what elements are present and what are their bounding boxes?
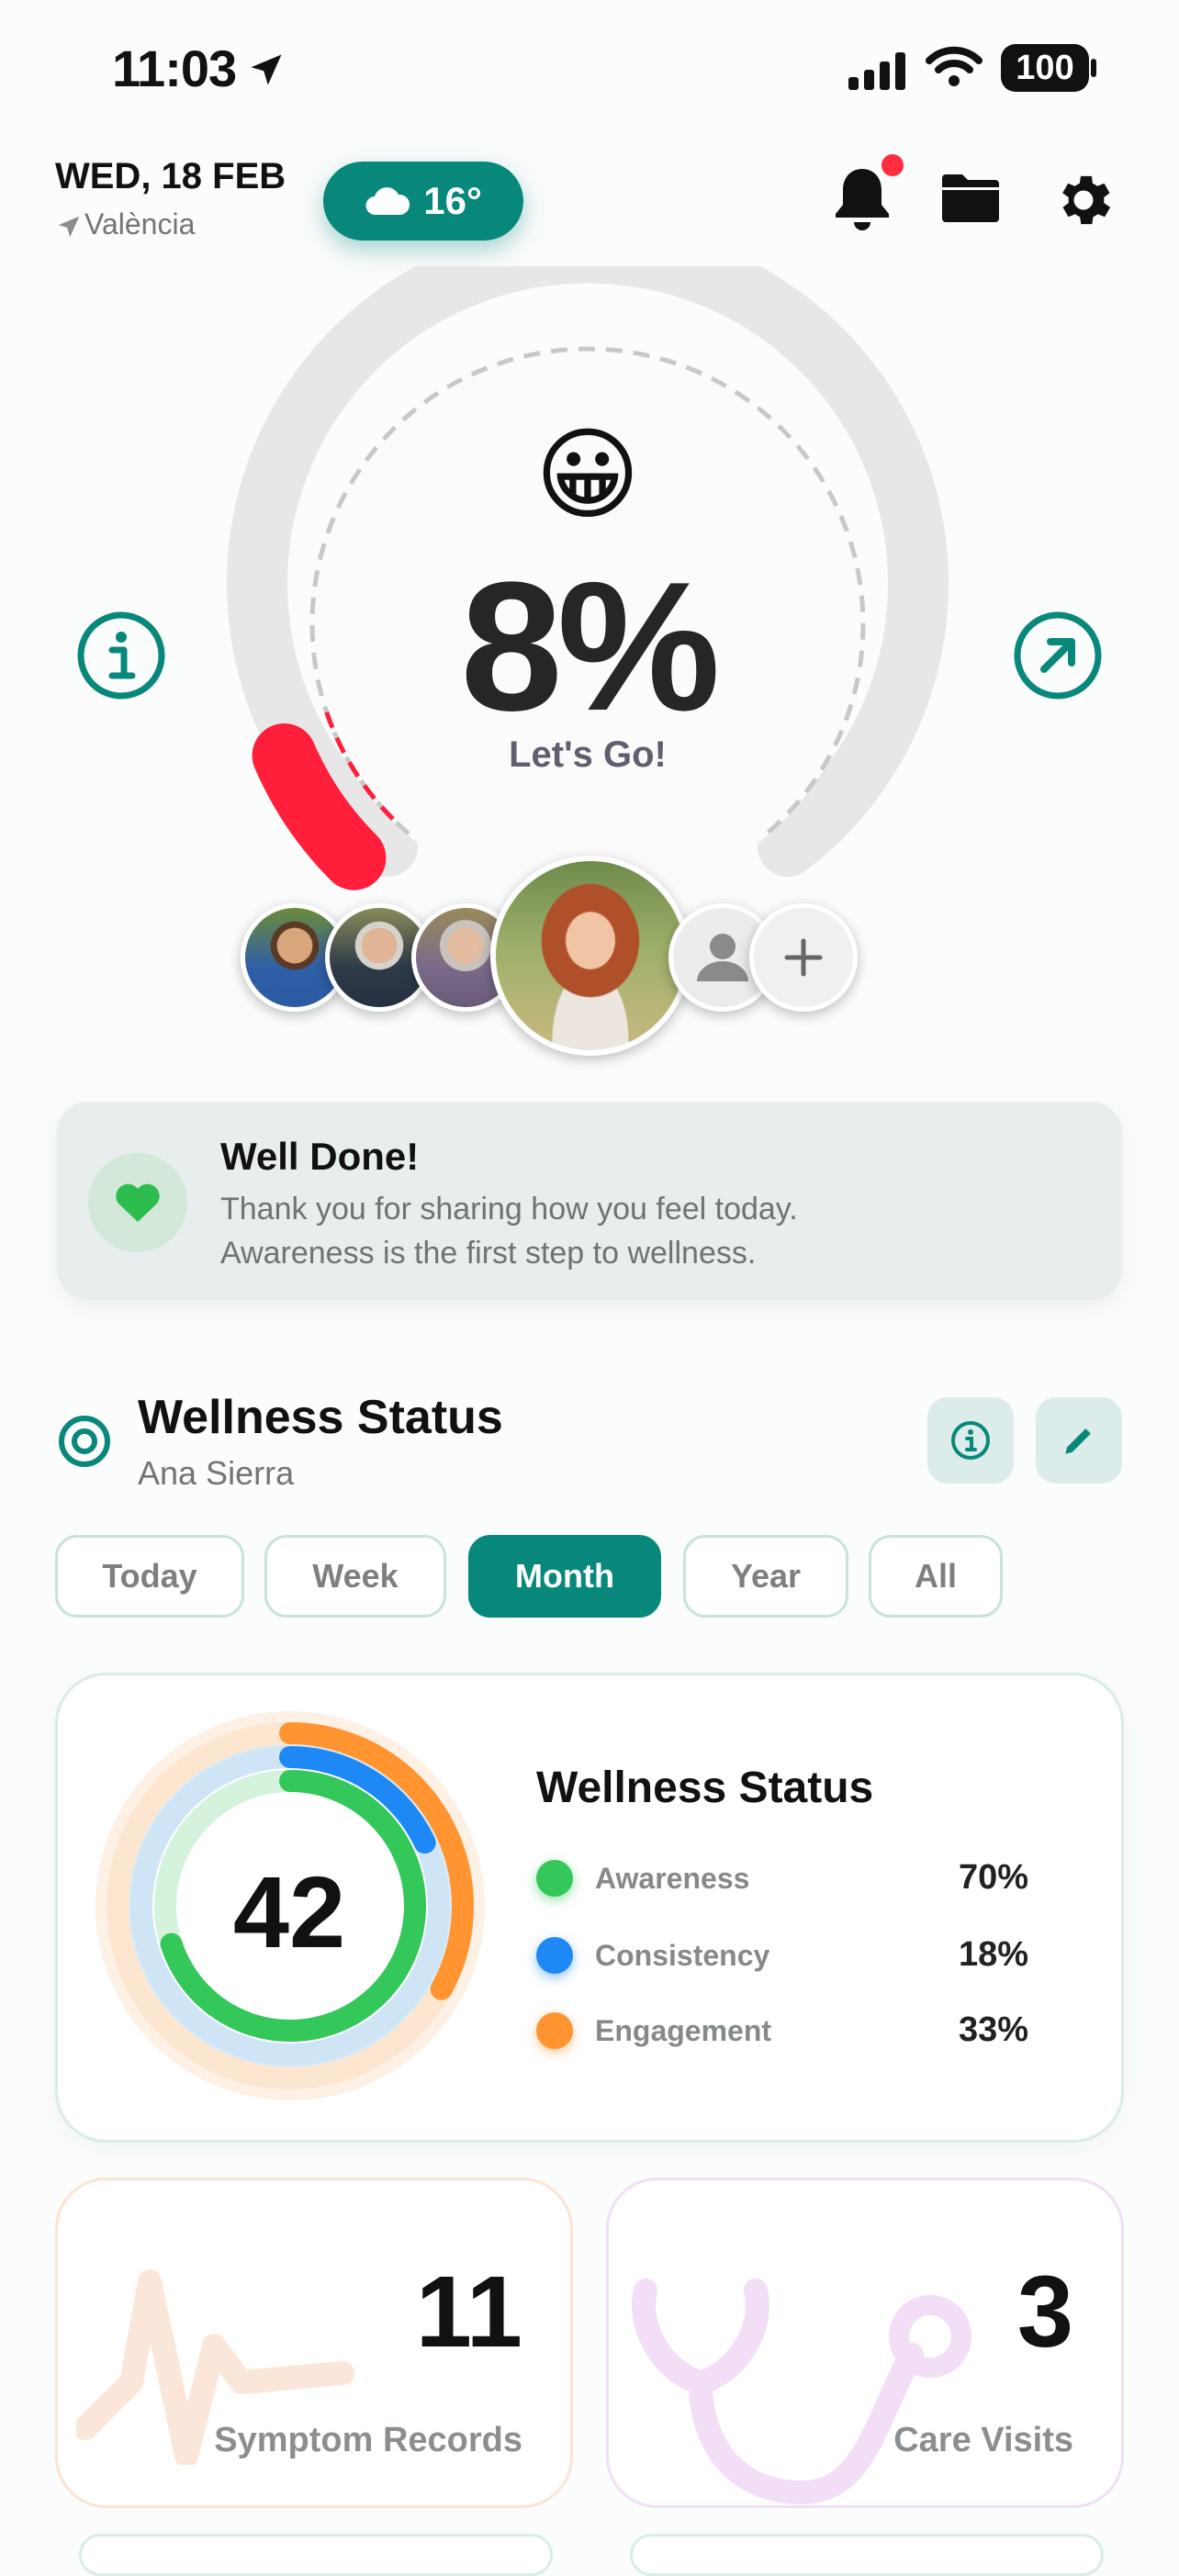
tab-label: All — [914, 1557, 957, 1595]
info-icon[interactable] — [75, 610, 167, 701]
tab-today[interactable]: Today — [55, 1535, 244, 1618]
gauge-message: Let's Go! — [509, 734, 667, 775]
well-done-text-line1: Thank you for sharing how you feel today… — [220, 1192, 798, 1226]
legend-value-engagement: 33% — [958, 2010, 1028, 2049]
next-card-peek-left — [79, 2534, 553, 2576]
care-visits-card[interactable]: 3 Care Visits — [606, 2178, 1124, 2508]
tab-month[interactable]: Month — [468, 1535, 661, 1618]
status-time: 11:03 — [112, 39, 237, 97]
symptom-records-count: 11 — [415, 2256, 522, 2369]
location-label: València — [84, 207, 196, 241]
section-edit-button[interactable] — [1036, 1397, 1122, 1484]
stethoscope-icon — [632, 2279, 971, 2505]
tab-year[interactable]: Year — [683, 1535, 848, 1618]
weather-pill[interactable]: 16° — [323, 162, 523, 241]
well-done-text-line2: Awareness is the first step to wellness. — [220, 1236, 757, 1271]
tab-label: Year — [730, 1557, 802, 1595]
pencil-icon — [1065, 1428, 1091, 1454]
care-visits-label: Care Visits — [893, 2421, 1073, 2459]
battery-level: 100 — [1016, 48, 1074, 87]
symptom-records-card[interactable]: 11 Symptom Records — [55, 2178, 573, 2508]
battery-icon: 100 — [1001, 44, 1089, 92]
tab-label: Week — [312, 1557, 399, 1595]
target-icon — [59, 1416, 110, 1467]
legend-dot-consistency — [536, 1937, 573, 1974]
well-done-title: Well Done! — [220, 1135, 420, 1178]
gear-icon[interactable] — [1050, 167, 1117, 233]
cloud-icon — [365, 187, 410, 216]
tab-week[interactable]: Week — [264, 1535, 446, 1618]
date-label: WED, 18 FEB — [55, 156, 286, 196]
section-title: Wellness Status — [138, 1391, 503, 1444]
heart-badge — [88, 1153, 187, 1252]
wifi-icon — [926, 46, 982, 86]
tab-label: Month — [515, 1557, 614, 1595]
heart-icon — [116, 1183, 160, 1222]
next-card-peek-right — [630, 2534, 1104, 2576]
battery-tip — [1091, 59, 1096, 77]
plus-icon — [784, 938, 823, 977]
legend-value-consistency: 18% — [958, 1935, 1028, 1974]
folder-icon[interactable] — [938, 171, 1003, 226]
symptom-records-label: Symptom Records — [214, 2421, 522, 2459]
legend-dot-engagement — [536, 2012, 573, 2049]
add-person-button[interactable] — [749, 903, 858, 1012]
tab-label: Today — [102, 1557, 197, 1595]
legend-label-consistency: Consistency — [595, 1939, 770, 1972]
weather-temp: 16° — [423, 179, 482, 222]
location-arrow-icon — [58, 216, 80, 238]
legend-label-engagement: Engagement — [595, 2014, 772, 2047]
mood-emoji: 😀 — [534, 419, 641, 532]
avatar-selected-user[interactable] — [490, 856, 691, 1056]
legend-value-awareness: 70% — [958, 1858, 1028, 1897]
legend-dot-awareness — [536, 1860, 573, 1897]
wellness-score: 42 — [232, 1856, 346, 1969]
open-external-icon[interactable] — [1012, 610, 1104, 701]
cellular-signal-icon — [848, 52, 905, 90]
care-visits-count: 3 — [1016, 2256, 1073, 2369]
gauge-percent: 8% — [460, 544, 720, 749]
status-card-title: Wellness Status — [536, 1764, 874, 1812]
notification-badge — [881, 154, 904, 176]
legend-label-awareness: Awareness — [595, 1862, 750, 1895]
location-arrow-icon — [251, 54, 282, 85]
section-info-button[interactable] — [927, 1397, 1014, 1484]
bell-icon[interactable] — [830, 163, 894, 233]
tab-all[interactable]: All — [869, 1535, 1003, 1618]
section-user: Ana Sierra — [138, 1454, 295, 1492]
info-icon — [951, 1421, 990, 1460]
